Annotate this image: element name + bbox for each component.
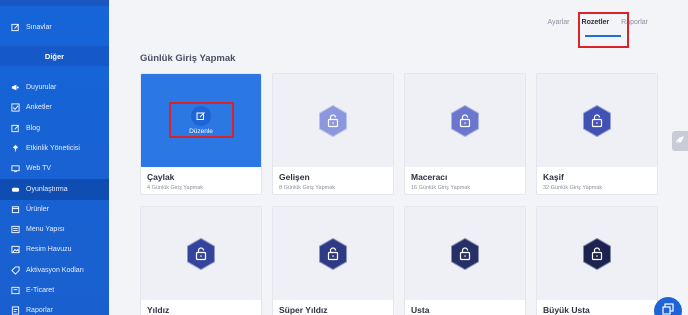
sidebar-item-ürünler[interactable]: Ürünler bbox=[0, 199, 109, 220]
sidebar-item-label: Anketler bbox=[26, 104, 52, 112]
sidebar-item-label: Raporlar bbox=[26, 307, 53, 315]
tv-icon bbox=[10, 164, 20, 174]
sidebar-section-header: Diğer bbox=[0, 46, 109, 66]
sidebar-item-blog[interactable]: Blog bbox=[0, 118, 109, 139]
badge-thumbnail bbox=[273, 74, 393, 167]
badge-thumbnail bbox=[405, 74, 525, 167]
badge-info: Büyük Usta bbox=[537, 300, 657, 315]
sidebar-item-e-ticaret[interactable]: E-Ticaret bbox=[0, 280, 109, 301]
badge-card[interactable]: Maceracı 16 Günlük Giriş Yapmak bbox=[404, 73, 526, 195]
pin-icon bbox=[10, 143, 20, 153]
badge-name: Yıldız bbox=[147, 305, 170, 315]
tab-highlight-annotation bbox=[578, 12, 629, 48]
gamepad-icon bbox=[10, 184, 20, 194]
section-title: Günlük Giriş Yapmak bbox=[140, 53, 236, 64]
badge-thumbnail bbox=[141, 207, 261, 300]
badge-name: Maceracı bbox=[411, 172, 448, 182]
badge-card[interactable]: Yıldız bbox=[140, 206, 262, 315]
badge-thumbnail bbox=[537, 207, 657, 300]
sidebar-item-label: Blog bbox=[26, 124, 41, 132]
chat-icon bbox=[662, 302, 674, 315]
badge-description: 8 Günlük Giriş Yapmak bbox=[279, 185, 336, 191]
sidebar-item-raporlar[interactable]: Raporlar bbox=[0, 300, 109, 315]
badge-info: Süper Yıldız bbox=[273, 300, 393, 315]
sidebar-item-label: Oyunlaştırma bbox=[26, 185, 68, 193]
sidebar-item-duyurular[interactable]: Duyurular bbox=[0, 77, 109, 98]
badge-info: Kaşif 32 Günlük Giriş Yapmak bbox=[537, 167, 657, 194]
sidebar-item-sinavlar[interactable]: Sınavlar bbox=[0, 17, 109, 38]
edit-highlight-annotation bbox=[169, 102, 234, 138]
badge-thumbnail: Düzenle bbox=[141, 74, 261, 167]
image-icon bbox=[10, 245, 20, 255]
sidebar-item-label: Etkinlik Yöneticisi bbox=[26, 144, 80, 152]
badge-hexagon bbox=[318, 104, 348, 137]
sidebar-item-label: Resim Havuzu bbox=[26, 246, 72, 254]
sidebar-item-web-tv[interactable]: Web TV bbox=[0, 158, 109, 179]
checkbox-icon bbox=[10, 103, 20, 113]
sidebar-item-label: Menu Yapısı bbox=[26, 226, 65, 234]
cart-icon bbox=[10, 286, 20, 296]
badge-card[interactable]: Büyük Usta bbox=[536, 206, 658, 315]
badge-name: Çaylak bbox=[147, 172, 175, 182]
badge-description: 32 Günlük Giriş Yapmak bbox=[543, 185, 603, 191]
sidebar-item-label: E-Ticaret bbox=[26, 287, 55, 294]
badge-thumbnail bbox=[405, 207, 525, 300]
sidebar: Sınavlar Diğer Duyurular Anketler Blog Etki… bbox=[0, 0, 109, 315]
tag-icon bbox=[10, 265, 20, 275]
sidebar-item-menu-yapısı[interactable]: Menu Yapısı bbox=[0, 219, 109, 240]
badge-thumbnail bbox=[273, 207, 393, 300]
badge-description: 16 Günlük Giriş Yapmak bbox=[411, 185, 471, 191]
menu-icon bbox=[10, 225, 20, 235]
badge-card[interactable]: Süper Yıldız bbox=[272, 206, 394, 315]
report-icon bbox=[10, 306, 20, 315]
sidebar-item-oyunlaştırma[interactable]: Oyunlaştırma bbox=[0, 178, 109, 200]
megaphone-icon bbox=[10, 83, 20, 93]
rocket-button[interactable] bbox=[672, 131, 688, 151]
badge-hexagon bbox=[582, 237, 612, 270]
sidebar-item-label: Ürünler bbox=[26, 205, 49, 213]
edit-icon bbox=[10, 123, 20, 133]
badge-info: Usta bbox=[405, 300, 525, 315]
badge-hexagon bbox=[318, 237, 348, 270]
main-content: Ayarlar Rozetler Raporlar Günlük Giriş Y… bbox=[109, 0, 688, 315]
badge-card[interactable]: Usta bbox=[404, 206, 526, 315]
badge-hexagon bbox=[582, 104, 612, 137]
badge-description: 4 Günlük Giriş Yapmak bbox=[147, 185, 204, 191]
sidebar-item-label: Web TV bbox=[26, 165, 52, 173]
badge-card[interactable]: Düzenle Çaylak 4 Günlük Giriş Yapmak bbox=[140, 73, 262, 195]
sidebar-item-label: Sınavlar bbox=[26, 24, 52, 31]
badge-hexagon bbox=[186, 237, 216, 270]
sidebar-item-label: Duyurular bbox=[26, 84, 57, 91]
tab-ayarlar[interactable]: Ayarlar bbox=[541, 17, 575, 28]
badge-name: Gelişen bbox=[279, 172, 310, 182]
sidebar-top-strip bbox=[0, 0, 109, 6]
badge-name: Süper Yıldız bbox=[279, 305, 328, 315]
badge-card[interactable]: Gelişen 8 Günlük Giriş Yapmak bbox=[272, 73, 394, 195]
edit-icon bbox=[10, 23, 20, 33]
badge-name: Büyük Usta bbox=[543, 305, 590, 315]
badge-thumbnail bbox=[537, 74, 657, 167]
sidebar-item-anketler[interactable]: Anketler bbox=[0, 97, 109, 118]
badge-info: Maceracı 16 Günlük Giriş Yapmak bbox=[405, 167, 525, 194]
badge-info: Gelişen 8 Günlük Giriş Yapmak bbox=[273, 167, 393, 194]
box-icon bbox=[10, 204, 20, 214]
sidebar-item-etkinlik-yöneticisi[interactable]: Etkinlik Yöneticisi bbox=[0, 138, 109, 159]
badge-name: Usta bbox=[411, 305, 430, 315]
sidebar-item-resim-havuzu[interactable]: Resim Havuzu bbox=[0, 239, 109, 260]
badge-info: Çaylak 4 Günlük Giriş Yapmak bbox=[141, 167, 261, 194]
badge-info: Yıldız bbox=[141, 300, 261, 315]
badge-hexagon bbox=[450, 237, 480, 270]
sidebar-item-aktivasyon-kodları[interactable]: Aktivasyon Kodları bbox=[0, 260, 109, 281]
sidebar-item-label: Aktivasyon Kodları bbox=[26, 266, 84, 274]
badge-name: Kaşif bbox=[543, 172, 564, 182]
badge-hexagon bbox=[450, 104, 480, 137]
rocket-icon bbox=[675, 132, 685, 150]
badge-card[interactable]: Kaşif 32 Günlük Giriş Yapmak bbox=[536, 73, 658, 195]
